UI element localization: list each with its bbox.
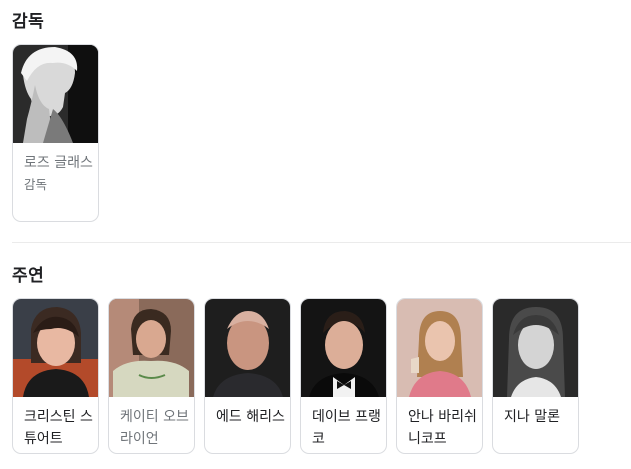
section-divider — [12, 242, 631, 243]
cast-photo — [397, 299, 482, 397]
cast-card-katy-obrian[interactable]: 케이티 오브라이언 — [108, 298, 195, 454]
cast-card-kristen-stewart[interactable]: 크리스틴 스튜어트 — [12, 298, 99, 454]
cast-photo — [109, 299, 194, 397]
cast-photo — [13, 299, 98, 397]
cast-section-title: 주연 — [12, 266, 45, 286]
cast-photo — [301, 299, 386, 397]
cast-name: 지나 말론 — [504, 409, 560, 425]
cast-photo — [493, 299, 578, 397]
cast-card-anna-baryshnikov[interactable]: 안나 바리쉬니코프 — [396, 298, 483, 454]
cast-card-dave-franco[interactable]: 데이브 프랭코 — [300, 298, 387, 454]
director-card[interactable]: 로즈 글래스 감독 — [12, 44, 99, 222]
cast-name: 크리스틴 스튜어트 — [24, 409, 93, 447]
search-knowledge-panel: 감독 로즈 글래스 감독 주연 크리스틴 스튜어트 케이티 오브라이언 에드 해… — [0, 0, 631, 469]
cast-name: 데이브 프랭코 — [312, 409, 381, 447]
cast-photo — [205, 299, 290, 397]
cast-card-ed-harris[interactable]: 에드 해리스 — [204, 298, 291, 454]
director-role: 감독 — [24, 177, 48, 192]
director-name: 로즈 글래스 — [24, 155, 93, 171]
cast-name: 에드 해리스 — [216, 409, 285, 425]
cast-name: 안나 바리쉬니코프 — [408, 409, 477, 447]
director-photo — [13, 45, 98, 143]
director-section-title: 감독 — [12, 12, 45, 32]
cast-name: 케이티 오브라이언 — [120, 409, 189, 447]
cast-card-jena-malone[interactable]: 지나 말론 — [492, 298, 579, 454]
